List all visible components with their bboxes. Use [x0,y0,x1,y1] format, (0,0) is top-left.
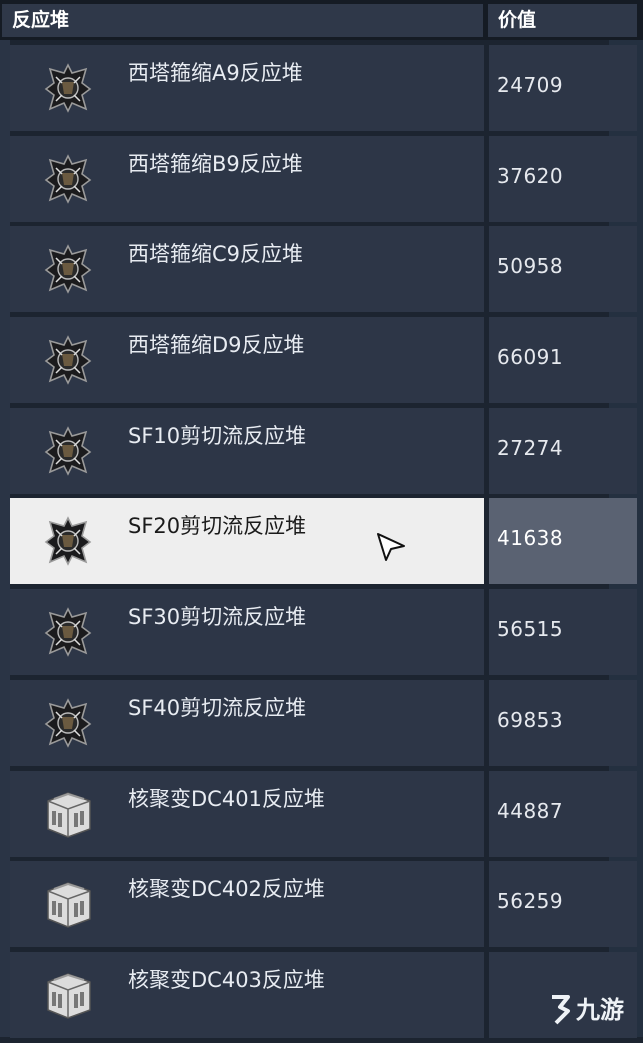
table-row[interactable]: SF30剪切流反应堆 56515 [10,589,637,676]
reactor-value: 56259 [497,889,564,914]
reactor-name-cell[interactable]: SF30剪切流反应堆 [10,589,484,676]
reactor-value: 66091 [497,345,564,370]
reactor-dark-icon [38,694,98,752]
reactor-name-cell[interactable]: 核聚变DC403反应堆 [10,951,484,1038]
reactor-name: SF40剪切流反应堆 [128,695,307,720]
reactor-value-cell[interactable]: 27274 [489,407,637,494]
table-row[interactable]: 西塔箍缩B9反应堆 37620 [10,135,637,222]
reactor-name-cell[interactable]: 西塔箍缩A9反应堆 [10,45,484,131]
reactor-value: 50958 [497,254,564,279]
reactor-value: 41638 [497,526,564,551]
reactor-value-cell[interactable]: 37620 [489,135,637,222]
reactor-name-cell[interactable]: 西塔箍缩C9反应堆 [10,226,484,313]
left-background-strip [0,40,10,1037]
reactor-value: 27274 [497,435,564,460]
reactor-value-cell[interactable]: 66091 [489,317,637,404]
reactor-name: 核聚变DC403反应堆 [128,967,325,992]
watermark-text: 九游 [576,996,624,1024]
reactor-dark-icon [38,603,98,661]
reactor-list: 西塔箍缩A9反应堆 24709 西塔箍缩B9反应堆 37620 西塔箍缩C9反应堆 509… [10,45,637,1043]
watermark: 九游 [546,990,624,1025]
reactor-name: 西塔箍缩B9反应堆 [128,151,303,176]
reactor-name: SF10剪切流反应堆 [128,423,307,448]
reactor-name: 核聚变DC402反应堆 [128,877,325,902]
table-row[interactable]: SF40剪切流反应堆 69853 [10,679,637,766]
reactor-value-cell[interactable]: 24709 [489,45,637,131]
reactor-dark-icon [38,240,98,298]
reactor-name: SF30剪切流反应堆 [128,605,307,630]
table-row[interactable]: SF20剪切流反应堆 41638 [10,498,637,585]
reactor-name: 西塔箍缩D9反应堆 [128,333,305,358]
reactor-name-cell[interactable]: 核聚变DC402反应堆 [10,861,484,948]
reactor-value: 44887 [497,798,564,823]
column-header-reactor[interactable]: 反应堆 [2,4,483,37]
table-header: 反应堆 价值 [0,0,643,40]
reactor-value: 37620 [497,163,564,188]
reactor-value: 24709 [497,73,564,97]
reactor-value-cell[interactable]: 44887 [489,770,637,857]
reactor-name: 核聚变DC401反应堆 [128,786,325,811]
reactor-value-cell[interactable]: 56259 [489,861,637,948]
table-row[interactable]: SF10剪切流反应堆 27274 [10,407,637,494]
reactor-name-cell[interactable]: 西塔箍缩D9反应堆 [10,317,484,404]
reactor-name-cell[interactable]: 西塔箍缩B9反应堆 [10,135,484,222]
reactor-name-cell[interactable]: SF20剪切流反应堆 [10,498,484,585]
reactor-name-cell[interactable]: 核聚变DC401反应堆 [10,770,484,857]
reactor-dark-icon [38,512,98,570]
reactor-white-icon [38,875,98,933]
reactor-value-cell[interactable]: 69853 [489,679,637,766]
reactor-dark-icon [38,422,98,480]
reactor-value: 56515 [497,617,564,642]
table-row[interactable]: 西塔箍缩A9反应堆 24709 [10,45,637,131]
reactor-white-icon [38,785,98,843]
reactor-name-cell[interactable]: SF40剪切流反应堆 [10,679,484,766]
reactor-dark-icon [38,331,98,389]
reactor-name: 西塔箍缩C9反应堆 [128,242,304,267]
column-header-value[interactable]: 价值 [488,4,637,37]
reactor-name: SF20剪切流反应堆 [128,514,307,539]
table-row[interactable]: 西塔箍缩C9反应堆 50958 [10,226,637,313]
reactor-name: 西塔箍缩A9反应堆 [128,61,303,85]
reactor-value-cell[interactable]: 56515 [489,589,637,676]
reactor-name-cell[interactable]: SF10剪切流反应堆 [10,407,484,494]
reactor-value-cell[interactable]: 50958 [489,226,637,313]
table-row[interactable]: 西塔箍缩D9反应堆 66091 [10,317,637,404]
reactor-dark-icon [38,59,98,117]
table-row[interactable]: 核聚变DC401反应堆 44887 [10,770,637,857]
reactor-value-cell[interactable]: 41638 [489,498,637,585]
reactor-dark-icon [38,150,98,208]
cursor-arrow-icon [376,532,406,562]
reactor-value: 69853 [497,707,564,732]
table-row[interactable]: 核聚变DC402反应堆 56259 [10,861,637,948]
reactor-white-icon [38,966,98,1024]
table-row[interactable]: 核聚变DC403反应堆 [10,951,637,1038]
jiuyou-logo-icon [552,994,570,1024]
